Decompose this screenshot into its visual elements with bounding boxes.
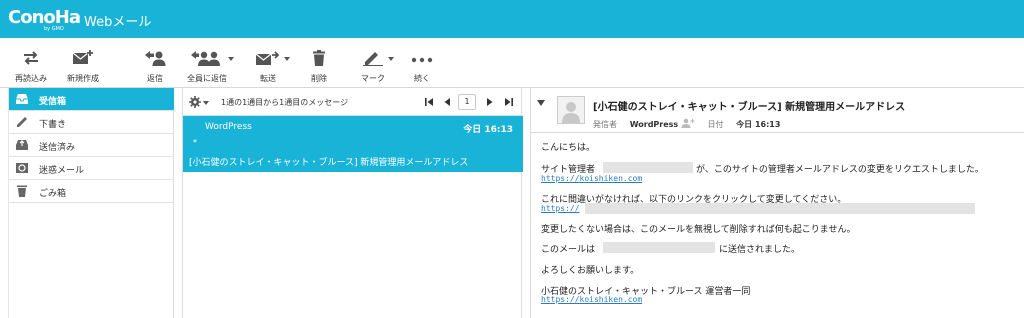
message-subject: [小石健のストレイ・キャット・ブルース] 新規管理用メールアドレス bbox=[189, 158, 469, 168]
message-date: 今日 16:13 bbox=[463, 125, 513, 135]
logo-subtext: by GMO bbox=[44, 26, 64, 32]
from-value[interactable]: WordPress bbox=[630, 120, 678, 129]
sidebar-item-sent[interactable]: 送信済み bbox=[9, 134, 174, 157]
trash-icon bbox=[17, 185, 27, 197]
avatar bbox=[557, 96, 585, 124]
forward-dropdown-icon[interactable] bbox=[284, 57, 290, 61]
compose-button[interactable]: 新規作成 bbox=[60, 38, 106, 88]
body-greeting: こんにちは。 bbox=[541, 143, 596, 153]
confirm-link[interactable]: https:// bbox=[541, 204, 580, 213]
reply-icon bbox=[145, 51, 166, 66]
logo-text: ConoHa bbox=[8, 7, 81, 28]
sidebar-item-label: 迷惑メール bbox=[39, 166, 85, 176]
sidebar-item-drafts[interactable]: 下書き bbox=[9, 111, 174, 134]
inbox-icon bbox=[16, 94, 28, 104]
forward-label: 転送 bbox=[260, 74, 276, 83]
person-icon bbox=[562, 102, 580, 123]
body-line4-suffix: に送信されました。 bbox=[719, 245, 801, 255]
pencil-icon bbox=[17, 117, 27, 127]
sidebar-item-junk[interactable]: 迷惑メール bbox=[9, 157, 174, 180]
signature-link[interactable]: https://koishiken.com bbox=[541, 295, 642, 304]
more-button[interactable]: 続く bbox=[406, 38, 438, 88]
app-title: Webメール bbox=[84, 15, 152, 30]
reload-button[interactable]: 再読込み bbox=[8, 38, 54, 88]
more-dots-icon bbox=[411, 57, 433, 63]
redacted-recipient bbox=[603, 242, 715, 253]
sent-icon bbox=[16, 140, 28, 150]
forward-icon bbox=[255, 51, 280, 65]
reply-label: 返信 bbox=[147, 74, 163, 83]
folder-sidebar: 受信箱 下書き 送信済み 迷惑メール ごみ箱 bbox=[8, 88, 174, 318]
mark-label: マーク bbox=[361, 74, 385, 83]
options-dropdown-icon[interactable] bbox=[203, 101, 209, 105]
site-link[interactable]: https://koishiken.com bbox=[541, 174, 642, 183]
compose-label: 新規作成 bbox=[67, 74, 99, 83]
body-line3: 変更したくない場合は、このメールを無視して削除すれば何も起こりません。 bbox=[541, 225, 856, 235]
body-line5: よろしくお願いします。 bbox=[541, 266, 640, 276]
reply-all-label: 全員に返信 bbox=[187, 74, 227, 83]
toolbar: 再読込み 新規作成 返信 全員に返信 転送 削除 マーク 続く bbox=[0, 38, 1024, 88]
sidebar-item-label: 受信箱 bbox=[39, 97, 67, 107]
sidebar-item-label: ごみ箱 bbox=[39, 189, 67, 199]
date-value: 今日 16:13 bbox=[736, 120, 781, 129]
app-header: ConoHa by GMO Webメール bbox=[0, 0, 1024, 38]
sidebar-item-inbox[interactable]: 受信箱 bbox=[9, 88, 174, 111]
list-toolbar: 1通の1通目から1通目のメッセージ 1 bbox=[183, 88, 523, 116]
page-number-input[interactable]: 1 bbox=[458, 94, 476, 110]
compose-mail-icon bbox=[72, 50, 93, 64]
redacted-link bbox=[585, 203, 975, 214]
prev-page-icon[interactable] bbox=[441, 96, 453, 108]
sidebar-item-label: 送信済み bbox=[39, 143, 76, 153]
message-count: 1通の1通目から1通目のメッセージ bbox=[221, 98, 349, 107]
reload-icon bbox=[24, 51, 38, 65]
forward-button[interactable]: 転送 bbox=[246, 38, 290, 88]
delete-button[interactable]: 削除 bbox=[302, 38, 336, 88]
unread-flag: * bbox=[193, 138, 197, 147]
mark-button[interactable]: マーク bbox=[352, 38, 394, 88]
mark-dropdown-icon[interactable] bbox=[388, 57, 394, 61]
sidebar-item-label: 下書き bbox=[39, 120, 67, 130]
reply-all-icon bbox=[191, 51, 220, 66]
email-subject: [小石健のストレイ・キャット・ブルース] 新規管理用メールアドレス bbox=[593, 102, 906, 113]
add-contact-icon[interactable] bbox=[681, 118, 695, 128]
body-line1-suffix: が、このサイトの管理者メールアドレスの変更をリクエストしました。 bbox=[696, 165, 984, 175]
list-item[interactable]: WordPress 今日 16:13 * [小石健のストレイ・キャット・ブルース… bbox=[183, 116, 523, 172]
gear-icon[interactable] bbox=[189, 96, 201, 108]
more-label: 続く bbox=[414, 74, 430, 83]
message-sender: WordPress bbox=[205, 122, 252, 132]
message-list-pane: 1通の1通目から1通目のメッセージ 1 WordPress 今日 16:13 *… bbox=[182, 88, 523, 318]
date-label: 日付 bbox=[707, 120, 724, 129]
next-page-icon[interactable] bbox=[484, 96, 496, 108]
reply-all-button[interactable]: 全員に返信 bbox=[180, 38, 234, 88]
trash-icon bbox=[313, 50, 325, 66]
reply-all-dropdown-icon[interactable] bbox=[228, 57, 234, 61]
header-divider bbox=[531, 132, 1024, 133]
body-line4-prefix: このメールは bbox=[541, 245, 596, 255]
reading-pane: [小石健のストレイ・キャット・ブルース] 新規管理用メールアドレス 発信者 Wo… bbox=[530, 88, 1024, 318]
sidebar-item-trash[interactable]: ごみ箱 bbox=[9, 180, 174, 203]
redacted-address bbox=[603, 162, 693, 173]
conoha-logo[interactable]: ConoHa by GMO bbox=[8, 7, 81, 33]
junk-icon bbox=[16, 163, 28, 173]
delete-label: 削除 bbox=[311, 74, 327, 83]
reply-button[interactable]: 返信 bbox=[138, 38, 172, 88]
last-page-icon[interactable] bbox=[503, 96, 515, 108]
email-meta: 発信者 WordPress 日付 今日 16:13 bbox=[593, 118, 780, 130]
from-label: 発信者 bbox=[593, 120, 617, 129]
collapse-header-icon[interactable] bbox=[537, 100, 545, 106]
first-page-icon[interactable] bbox=[423, 96, 435, 108]
mark-pen-icon bbox=[363, 52, 383, 66]
reload-label: 再読込み bbox=[15, 74, 47, 83]
